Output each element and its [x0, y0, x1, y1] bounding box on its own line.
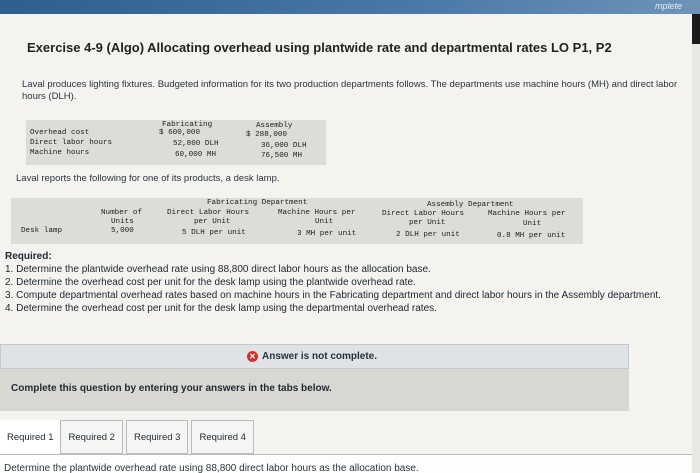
col-asm-dlh-1: Direct Labor Hours: [382, 210, 465, 218]
cell-asm: $ 288,000: [246, 131, 288, 139]
col-asm-mh-2: Unit: [523, 220, 542, 228]
required-item-2: 2. Determine the overhead cost per unit …: [5, 277, 416, 288]
answer-status-bar: ✕ Answer is not complete.: [0, 344, 629, 369]
col-fab-mh-1: Machine Hours per: [278, 209, 356, 217]
header-fabricating: Fabricating: [162, 121, 213, 129]
budget-table: Fabricating Assembly Overhead cost $ 600…: [26, 120, 326, 165]
tab-required-4[interactable]: Required 4: [191, 420, 254, 454]
cell-asm: 36,000 DLH: [261, 142, 307, 150]
scrollbar[interactable]: [692, 14, 700, 44]
tab-required-3[interactable]: Required 3: [125, 420, 189, 454]
row-label: Overhead cost: [30, 129, 90, 137]
tab-content-panel: Determine the plantwide overhead rate us…: [0, 454, 692, 473]
cell-asm-mh: 0.8 MH per unit: [497, 232, 566, 240]
exercise-title: Exercise 4-9 (Algo) Allocating overhead …: [27, 40, 612, 55]
cell-asm: 76,500 MH: [261, 152, 303, 160]
col-asm-dlh-2: per Unit: [409, 219, 446, 227]
tab-required-2[interactable]: Required 2: [60, 420, 123, 454]
col-asm-mh-1: Machine Hours per: [488, 210, 566, 218]
col-units-2: Units: [111, 218, 134, 226]
group-assembly: Assembly Department: [427, 201, 514, 209]
required-item-4: 4. Determine the overhead cost per unit …: [5, 303, 437, 314]
col-fab-mh-2: Unit: [315, 218, 334, 226]
instructions-text: Complete this question by entering your …: [11, 383, 332, 394]
col-fab-dlh-2: per Unit: [194, 218, 231, 226]
instructions-bar: Complete this question by entering your …: [0, 369, 629, 411]
cell-asm-dlh: 2 DLH per unit: [396, 231, 460, 239]
cell-fab: 52,800 DLH: [173, 140, 219, 148]
answer-status-text: Answer is not complete.: [262, 351, 378, 362]
col-units-1: Number of: [101, 209, 143, 217]
tab-content-prompt: Determine the plantwide overhead rate us…: [4, 463, 419, 473]
cell-units: 5,000: [111, 227, 134, 235]
required-item-3: 3. Compute departmental overhead rates b…: [5, 290, 661, 301]
col-fab-dlh-1: Direct Labor Hours: [167, 209, 250, 217]
header-assembly: Assembly: [256, 122, 293, 130]
topbar-text: mplete: [654, 1, 682, 11]
cell-fab-dlh: 5 DLH per unit: [182, 229, 246, 237]
required-item-1: 1. Determine the plantwide overhead rate…: [5, 264, 431, 275]
required-heading: Required:: [5, 251, 52, 262]
cell-fab-mh: 3 MH per unit: [297, 230, 357, 238]
cell-fab: 60,000 MH: [175, 151, 217, 159]
required-section: Required: 1. Determine the plantwide ove…: [5, 250, 685, 315]
reports-text: Laval reports the following for one of i…: [16, 173, 280, 184]
top-bar: mplete: [0, 0, 700, 14]
row-label: Machine hours: [30, 149, 90, 157]
row-label: Direct labor hours: [30, 139, 113, 147]
tab-required-1[interactable]: Required 1: [0, 420, 61, 454]
group-fabricating: Fabricating Department: [207, 199, 308, 207]
cell-fab: $ 600,000: [159, 129, 201, 137]
intro-text: Laval produces lighting fixtures. Budget…: [22, 79, 678, 102]
row-label-desk-lamp: Desk lamp: [21, 227, 63, 235]
tab-bar: Required 1 Required 2 Required 3 Require…: [0, 420, 257, 454]
x-circle-icon: ✕: [247, 351, 258, 362]
product-table: Fabricating Department Assembly Departme…: [11, 198, 583, 244]
answer-status: ✕ Answer is not complete.: [247, 351, 377, 362]
